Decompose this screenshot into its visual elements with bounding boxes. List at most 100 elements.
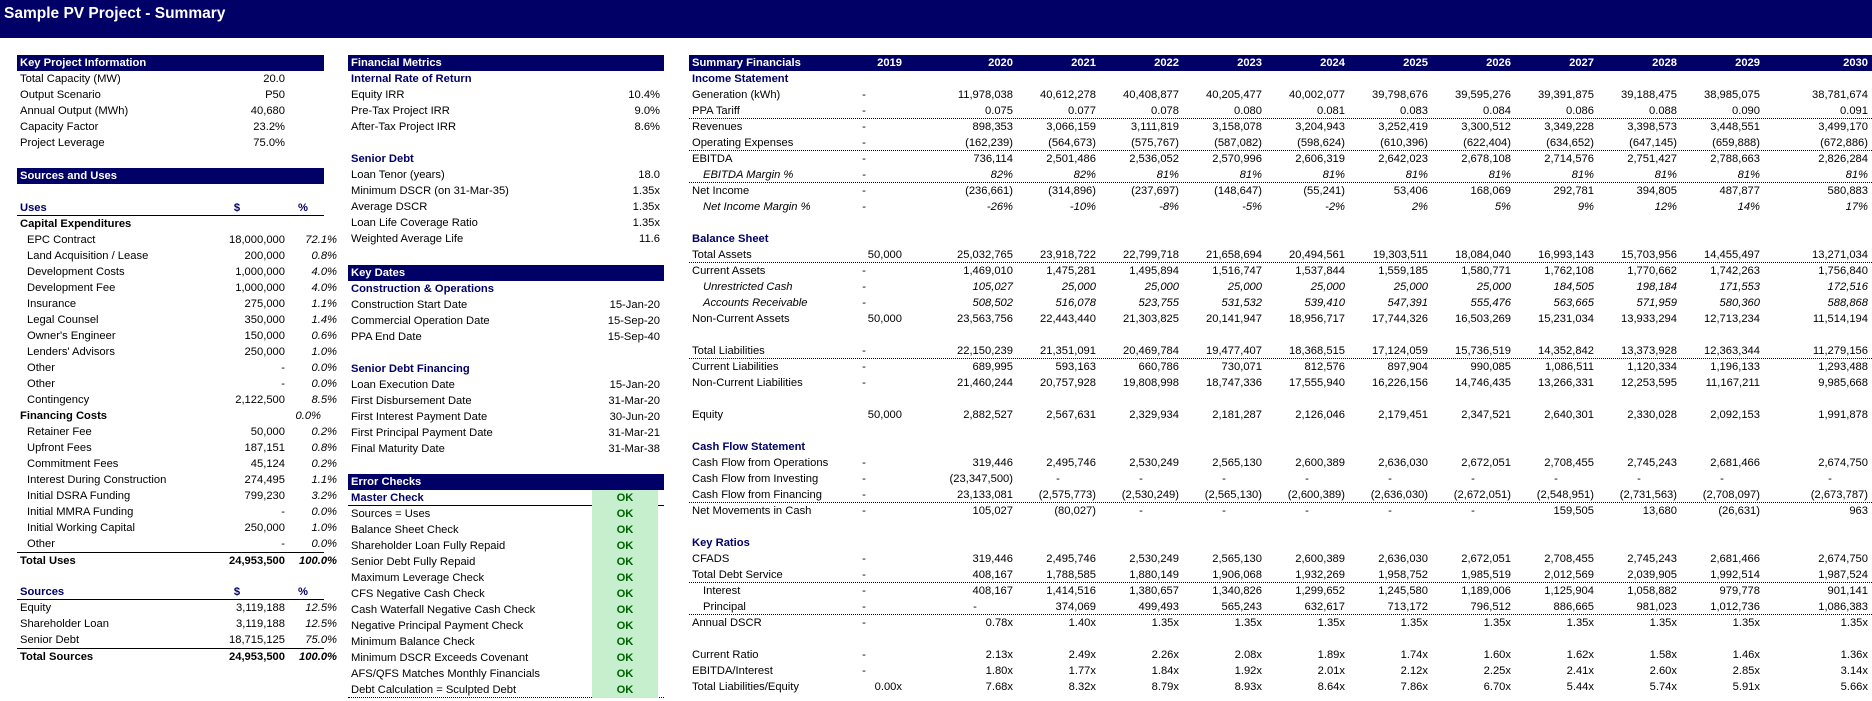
summary-label: PPA Tariff [692, 105, 740, 117]
summary-row: Cash Flow from Operations - 319,446 2,495,7… [689, 455, 1872, 471]
financial-metrics-panel: Financial Metrics Internal Rate of Retur… [348, 55, 664, 247]
summary-value: (587,082) [1214, 137, 1262, 149]
summary-value: 1.35x [1840, 617, 1868, 629]
summary-value: (2,600,389) [1287, 489, 1345, 501]
financing-date-row: Loan Execution Date 15-Jan-20 [348, 377, 664, 393]
summary-value: - [862, 281, 866, 293]
summary-value: 571,959 [1636, 297, 1677, 309]
financing-cost-pct: 0.2% [311, 426, 338, 438]
financing-cost-label: Upfront Fees [27, 442, 92, 454]
summary-value: 39,798,676 [1372, 89, 1428, 101]
summary-value: 38,781,674 [1812, 89, 1868, 101]
financing-costs-header-row: Financing Costs 0.0% [17, 408, 324, 424]
financing-date-label: First Disbursement Date [351, 395, 472, 407]
error-check-status: OK [592, 538, 658, 554]
financing-date-value: 15-Jan-20 [609, 379, 660, 391]
summary-value: 15,736,519 [1455, 345, 1511, 357]
summary-value: 1,516,747 [1212, 265, 1262, 277]
summary-value: 81% [1322, 169, 1345, 181]
summary-value: 2,179,451 [1378, 409, 1428, 421]
summary-row: Cash Flow from Investing - (23,347,500) - - -… [689, 471, 1872, 487]
summary-label: CFADS [692, 553, 730, 565]
summary-value: 81% [1405, 169, 1428, 181]
summary-value: 81% [1571, 169, 1594, 181]
summary-value: 2,636,030 [1378, 553, 1428, 565]
capex-label: Land Acquisition / Lease [27, 250, 149, 262]
summary-value: 1,189,006 [1461, 585, 1511, 597]
summary-value: 16,993,143 [1538, 249, 1594, 261]
summary-value: 2,642,023 [1378, 153, 1428, 165]
summary-value: 1.35x [1151, 617, 1179, 629]
summary-value: 1,880,149 [1129, 569, 1179, 581]
summary-value: (2,575,773) [1038, 489, 1096, 501]
financing-cost-label: Interest During Construction [27, 474, 167, 486]
financing-cost-pct: 0.0% [311, 506, 338, 518]
financing-cost-row: Upfront Fees 187,151 0.8% [17, 440, 337, 456]
summary-value: 39,595,276 [1455, 89, 1511, 101]
sources-header-row: Sources $ % [17, 584, 324, 600]
summary-value: 499,493 [1138, 601, 1179, 613]
source-label: Shareholder Loan [20, 618, 109, 630]
summary-value: 1.36x [1840, 649, 1868, 661]
summary-value: 1.60x [1483, 649, 1511, 661]
financing-costs-label: Financing Costs [20, 410, 108, 422]
summary-value: 39,188,475 [1621, 89, 1677, 101]
financing-cost-pct: 0.0% [311, 538, 338, 550]
summary-value: 1,770,662 [1627, 265, 1677, 277]
summary-label: Cash Flow from Operations [692, 457, 829, 469]
summary-value: 12,713,234 [1704, 313, 1760, 325]
summary-value: 105,027 [972, 281, 1013, 293]
summary-row: Cash Flow from Financing - 23,133,081 (2,57… [689, 487, 1872, 503]
summary-value: (2,565,130) [1204, 489, 1262, 501]
summary-value: 20,494,561 [1289, 249, 1345, 261]
summary-value: - [1471, 473, 1475, 485]
error-check-label: AFS/QFS Matches Monthly Financials [351, 668, 541, 680]
summary-value: 12% [1654, 201, 1677, 213]
summary-value: 588,868 [1827, 297, 1868, 309]
financing-date-label: Final Maturity Date [351, 443, 445, 455]
summary-value: 0.077 [1068, 105, 1096, 117]
summary-value: 0.084 [1483, 105, 1511, 117]
summary-value: 8.32x [1068, 681, 1096, 693]
summary-value: 523,755 [1138, 297, 1179, 309]
summary-value: - [1388, 473, 1392, 485]
error-check-status: OK [592, 506, 658, 522]
summary-value: (80,027) [1054, 505, 1096, 517]
summary-row: Total Debt Service - 408,167 1,788,585 1,880… [689, 567, 1872, 583]
summary-label: Accounts Receivable [703, 297, 808, 309]
summary-row: Total Assets 50,000 25,032,765 23,918,722 22… [689, 247, 1872, 263]
summary-value: 1,985,519 [1461, 569, 1511, 581]
summary-value: 17,555,940 [1289, 377, 1345, 389]
summary-value: 17% [1845, 201, 1868, 213]
summary-value: 2,674,750 [1818, 457, 1868, 469]
summary-value: 319,446 [972, 553, 1013, 565]
summary-value: 1,125,904 [1544, 585, 1594, 597]
summary-value: (2,636,030) [1370, 489, 1428, 501]
key-info-label: Total Capacity (MW) [20, 73, 121, 85]
section-header: Income Statement [692, 73, 789, 85]
summary-value: - [862, 489, 866, 501]
source-row: Equity 3,119,188 12.5% [17, 600, 337, 616]
summary-value: 1,537,844 [1295, 265, 1345, 277]
summary-value: 2,126,046 [1295, 409, 1345, 421]
summary-value: 1.92x [1234, 665, 1262, 677]
summary-value: 81% [1845, 169, 1868, 181]
capex-label: Lenders' Advisors [27, 346, 115, 358]
summary-value: 2,012,569 [1544, 569, 1594, 581]
summary-value: 5.91x [1732, 681, 1760, 693]
summary-value: 1.35x [1649, 617, 1677, 629]
summary-row: EBITDA - 736,114 2,501,486 2,536,052 2,570,99… [689, 151, 1872, 167]
summary-value: 23,133,081 [957, 489, 1013, 501]
summary-value: 1,906,068 [1212, 569, 1262, 581]
summary-value: 13,271,034 [1812, 249, 1868, 261]
summary-row: Interest - 408,167 1,414,516 1,380,657 1,340,… [689, 583, 1872, 599]
summary-value: - [862, 137, 866, 149]
summary-value: 0.075 [985, 105, 1013, 117]
summary-value: 3,349,228 [1544, 121, 1594, 133]
summary-label: Total Debt Service [692, 569, 783, 581]
summary-value: 1,958,752 [1378, 569, 1428, 581]
summary-value: - [862, 169, 866, 181]
capex-row: Development Fee 1,000,000 4.0% [17, 280, 337, 296]
source-label: Senior Debt [20, 634, 80, 646]
key-dates-header: Key Dates [348, 265, 664, 281]
